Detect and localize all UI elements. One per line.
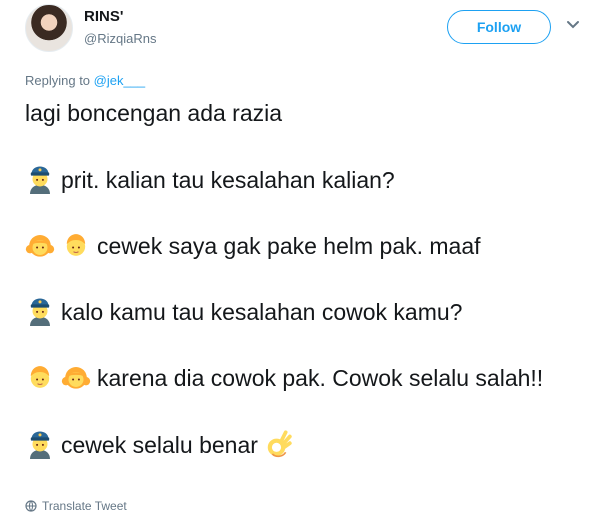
translate-tweet-label[interactable]: Translate Tweet <box>42 499 127 513</box>
author-display-name[interactable]: RINS' <box>84 8 123 25</box>
tweet-line-text: kalo kamu tau kesalahan cowok kamu? <box>61 299 463 325</box>
tweet-line-text: lagi boncengan ada razia <box>25 100 283 126</box>
tweet-line-text: karena dia cowok pak. Cowok selalu salah… <box>97 365 544 391</box>
girl-icon <box>61 362 91 392</box>
reply-mention-link[interactable]: @jek___ <box>94 73 146 88</box>
boy-icon <box>25 362 55 392</box>
chevron-down-icon[interactable] <box>566 20 580 30</box>
follow-button[interactable]: Follow <box>447 10 551 44</box>
tweet-line: prit. kalian tau kesalahan kalian? <box>25 164 585 194</box>
tweet-header: RINS' @RizqiaRns Follow <box>0 0 597 60</box>
tweet-text: lagi boncengan ada razia prit. kalian ta… <box>25 98 585 459</box>
tweet-line-text: cewek selalu benar <box>61 432 258 458</box>
reply-prefix: Replying to <box>25 73 94 88</box>
tweet-line: cewek selalu benar <box>25 429 585 459</box>
police-officer-icon <box>25 296 55 326</box>
author-handle[interactable]: @RizqiaRns <box>84 31 156 46</box>
tweet-line: karena dia cowok pak. Cowok selalu salah… <box>25 362 585 393</box>
boy-icon <box>61 230 91 260</box>
tweet-line-text: cewek saya gak pake helm pak. maaf <box>97 233 481 259</box>
globe-icon <box>25 500 37 512</box>
police-officer-icon <box>25 164 55 194</box>
police-officer-icon <box>25 429 55 459</box>
tweet-line-text: prit. kalian tau kesalahan kalian? <box>61 167 395 193</box>
tweet-line: kalo kamu tau kesalahan cowok kamu? <box>25 296 585 326</box>
ok-hand-icon <box>264 429 294 459</box>
girl-icon <box>25 230 55 260</box>
translate-tweet-link[interactable]: Translate Tweet <box>25 499 127 513</box>
tweet-line: lagi boncengan ada razia <box>25 98 585 128</box>
tweet-line: cewek saya gak pake helm pak. maaf <box>25 230 585 260</box>
avatar[interactable] <box>25 4 73 52</box>
reply-context: Replying to @jek___ <box>25 73 145 88</box>
